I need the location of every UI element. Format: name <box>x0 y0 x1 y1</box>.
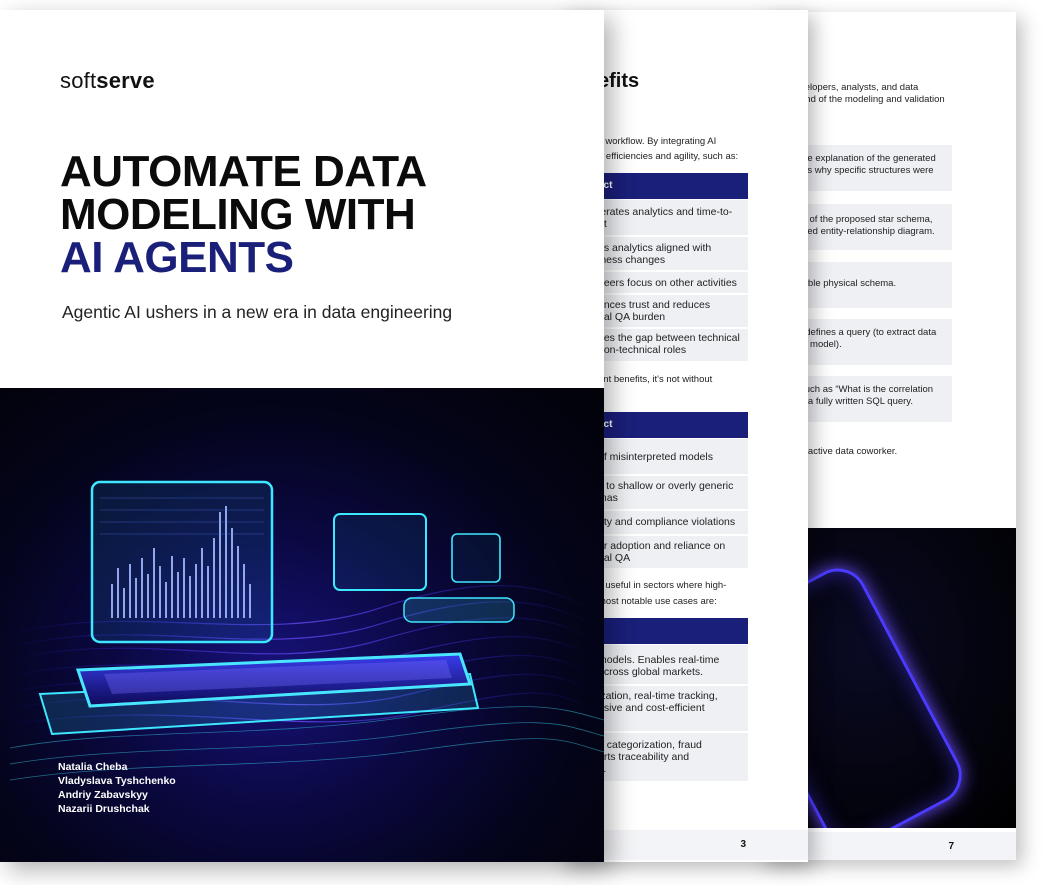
table-row: ances trust and reduces ual QA burden <box>598 295 748 328</box>
table-cell: n categorization, fraud orts traceabilit… <box>598 739 702 775</box>
table-row: models. Enables real-time across global … <box>598 645 748 685</box>
section-heading: efits <box>598 70 640 92</box>
step-box: table physical schema. <box>800 262 952 308</box>
table-row: of misinterpreted models <box>598 439 748 475</box>
logo-text-bold: serve <box>96 68 155 93</box>
table-cell: s to shallow or overly generic mas <box>598 480 734 504</box>
table-header: act <box>598 173 748 199</box>
hologram-panel <box>451 533 501 583</box>
table-cell: ges the gap between technical non-techni… <box>598 332 740 356</box>
table-cell: models. Enables real-time across global … <box>598 654 720 678</box>
table-cell: ps analytics aligned with iness changes <box>598 242 712 266</box>
step-text: o a fully written SQL query. <box>800 396 913 407</box>
hologram-panel <box>333 513 427 591</box>
table-row: ges the gap between technical non-techni… <box>598 329 748 362</box>
document-cover: softserve AUTOMATE DATA MODELING WITH AI… <box>0 10 604 862</box>
table-cell: ization, real-time tracking, nsive and c… <box>598 690 718 714</box>
table-header <box>598 618 748 644</box>
table-row: ps analytics aligned with iness changes <box>598 237 748 271</box>
step-box: ple explanation of the generated ins why… <box>800 145 952 191</box>
step-text: ple explanation of the generated <box>800 153 936 164</box>
table-cell: of misinterpreted models <box>598 451 713 463</box>
table-cell: er adoption and reliance on ual QA <box>598 540 726 564</box>
table-row: er adoption and reliance on ual QA <box>598 536 748 569</box>
page-footer <box>800 832 1016 860</box>
step-text: such as “What is the correlation <box>800 384 934 395</box>
author-name: Nazarii Drushchak <box>58 803 150 815</box>
table-cell: neers focus on other activities <box>598 277 737 289</box>
step-text: table physical schema. <box>800 278 897 289</box>
intro-line: s workflow. By integrating AI <box>598 136 717 147</box>
cover-subtitle: Agentic AI ushers in a new era in data e… <box>62 302 453 322</box>
abstract-device-photo <box>800 528 1016 828</box>
page-number: 7 <box>948 841 954 852</box>
title-accent-line: AI AGENTS <box>60 233 294 282</box>
body-line: y useful in sectors where high- <box>598 580 727 591</box>
author-list: Natalia Cheba Vladyslava Tyshchenko Andr… <box>58 760 176 816</box>
closing-line: n active data coworker. <box>800 446 898 457</box>
author-name: Andriy Zabavskyy <box>58 789 148 801</box>
softserve-logo: softserve <box>60 68 155 94</box>
step-text: ins why specific structures were <box>800 165 934 176</box>
table-row: rity and compliance violations <box>598 511 748 535</box>
intro-line: velopers, analysts, and data <box>800 82 919 93</box>
table-row: ization, real-time tracking, nsive and c… <box>598 686 748 732</box>
table-row: s to shallow or overly generic mas <box>598 476 748 510</box>
table-cell: rity and compliance violations <box>598 516 736 528</box>
title-line: AUTOMATE DATA <box>60 147 427 196</box>
page-number: 3 <box>740 839 746 850</box>
step-box: such as “What is the correlation o a ful… <box>800 376 952 422</box>
glass-panel-shape <box>800 558 973 828</box>
cover-title: AUTOMATE DATA MODELING WITH AI AGENTS <box>60 147 427 282</box>
intro-line: end of the modeling and validation <box>800 94 945 105</box>
step-text: w of the proposed star schema, <box>800 214 933 225</box>
author-name: Vladyslava Tyshchenko <box>58 775 176 787</box>
table-cell: ances trust and reduces ual QA burden <box>598 299 711 323</box>
step-box: t defines a query (to extract data al mo… <box>800 319 952 365</box>
logo-text-light: soft <box>60 68 97 93</box>
title-line: MODELING WITH <box>60 190 416 239</box>
page-footer <box>598 830 808 860</box>
step-text: t defines a query (to extract data <box>800 327 937 338</box>
step-text: itted entity-relationship diagram. <box>800 226 935 237</box>
step-box: w of the proposed star schema, itted ent… <box>800 204 952 250</box>
author-name: Natalia Cheba <box>58 761 128 773</box>
body-line: ant benefits, it's not without <box>598 374 713 385</box>
table-header: act <box>598 412 748 438</box>
table-row: lerates analytics and time-to- ht <box>598 200 748 236</box>
intro-line: e efficiencies and agility, such as: <box>598 151 739 162</box>
table-row: neers focus on other activities <box>598 272 748 294</box>
table-cell: lerates analytics and time-to- ht <box>598 206 733 230</box>
table-row: n categorization, fraud orts traceabilit… <box>598 733 748 782</box>
body-line: most notable use cases are: <box>598 596 717 607</box>
